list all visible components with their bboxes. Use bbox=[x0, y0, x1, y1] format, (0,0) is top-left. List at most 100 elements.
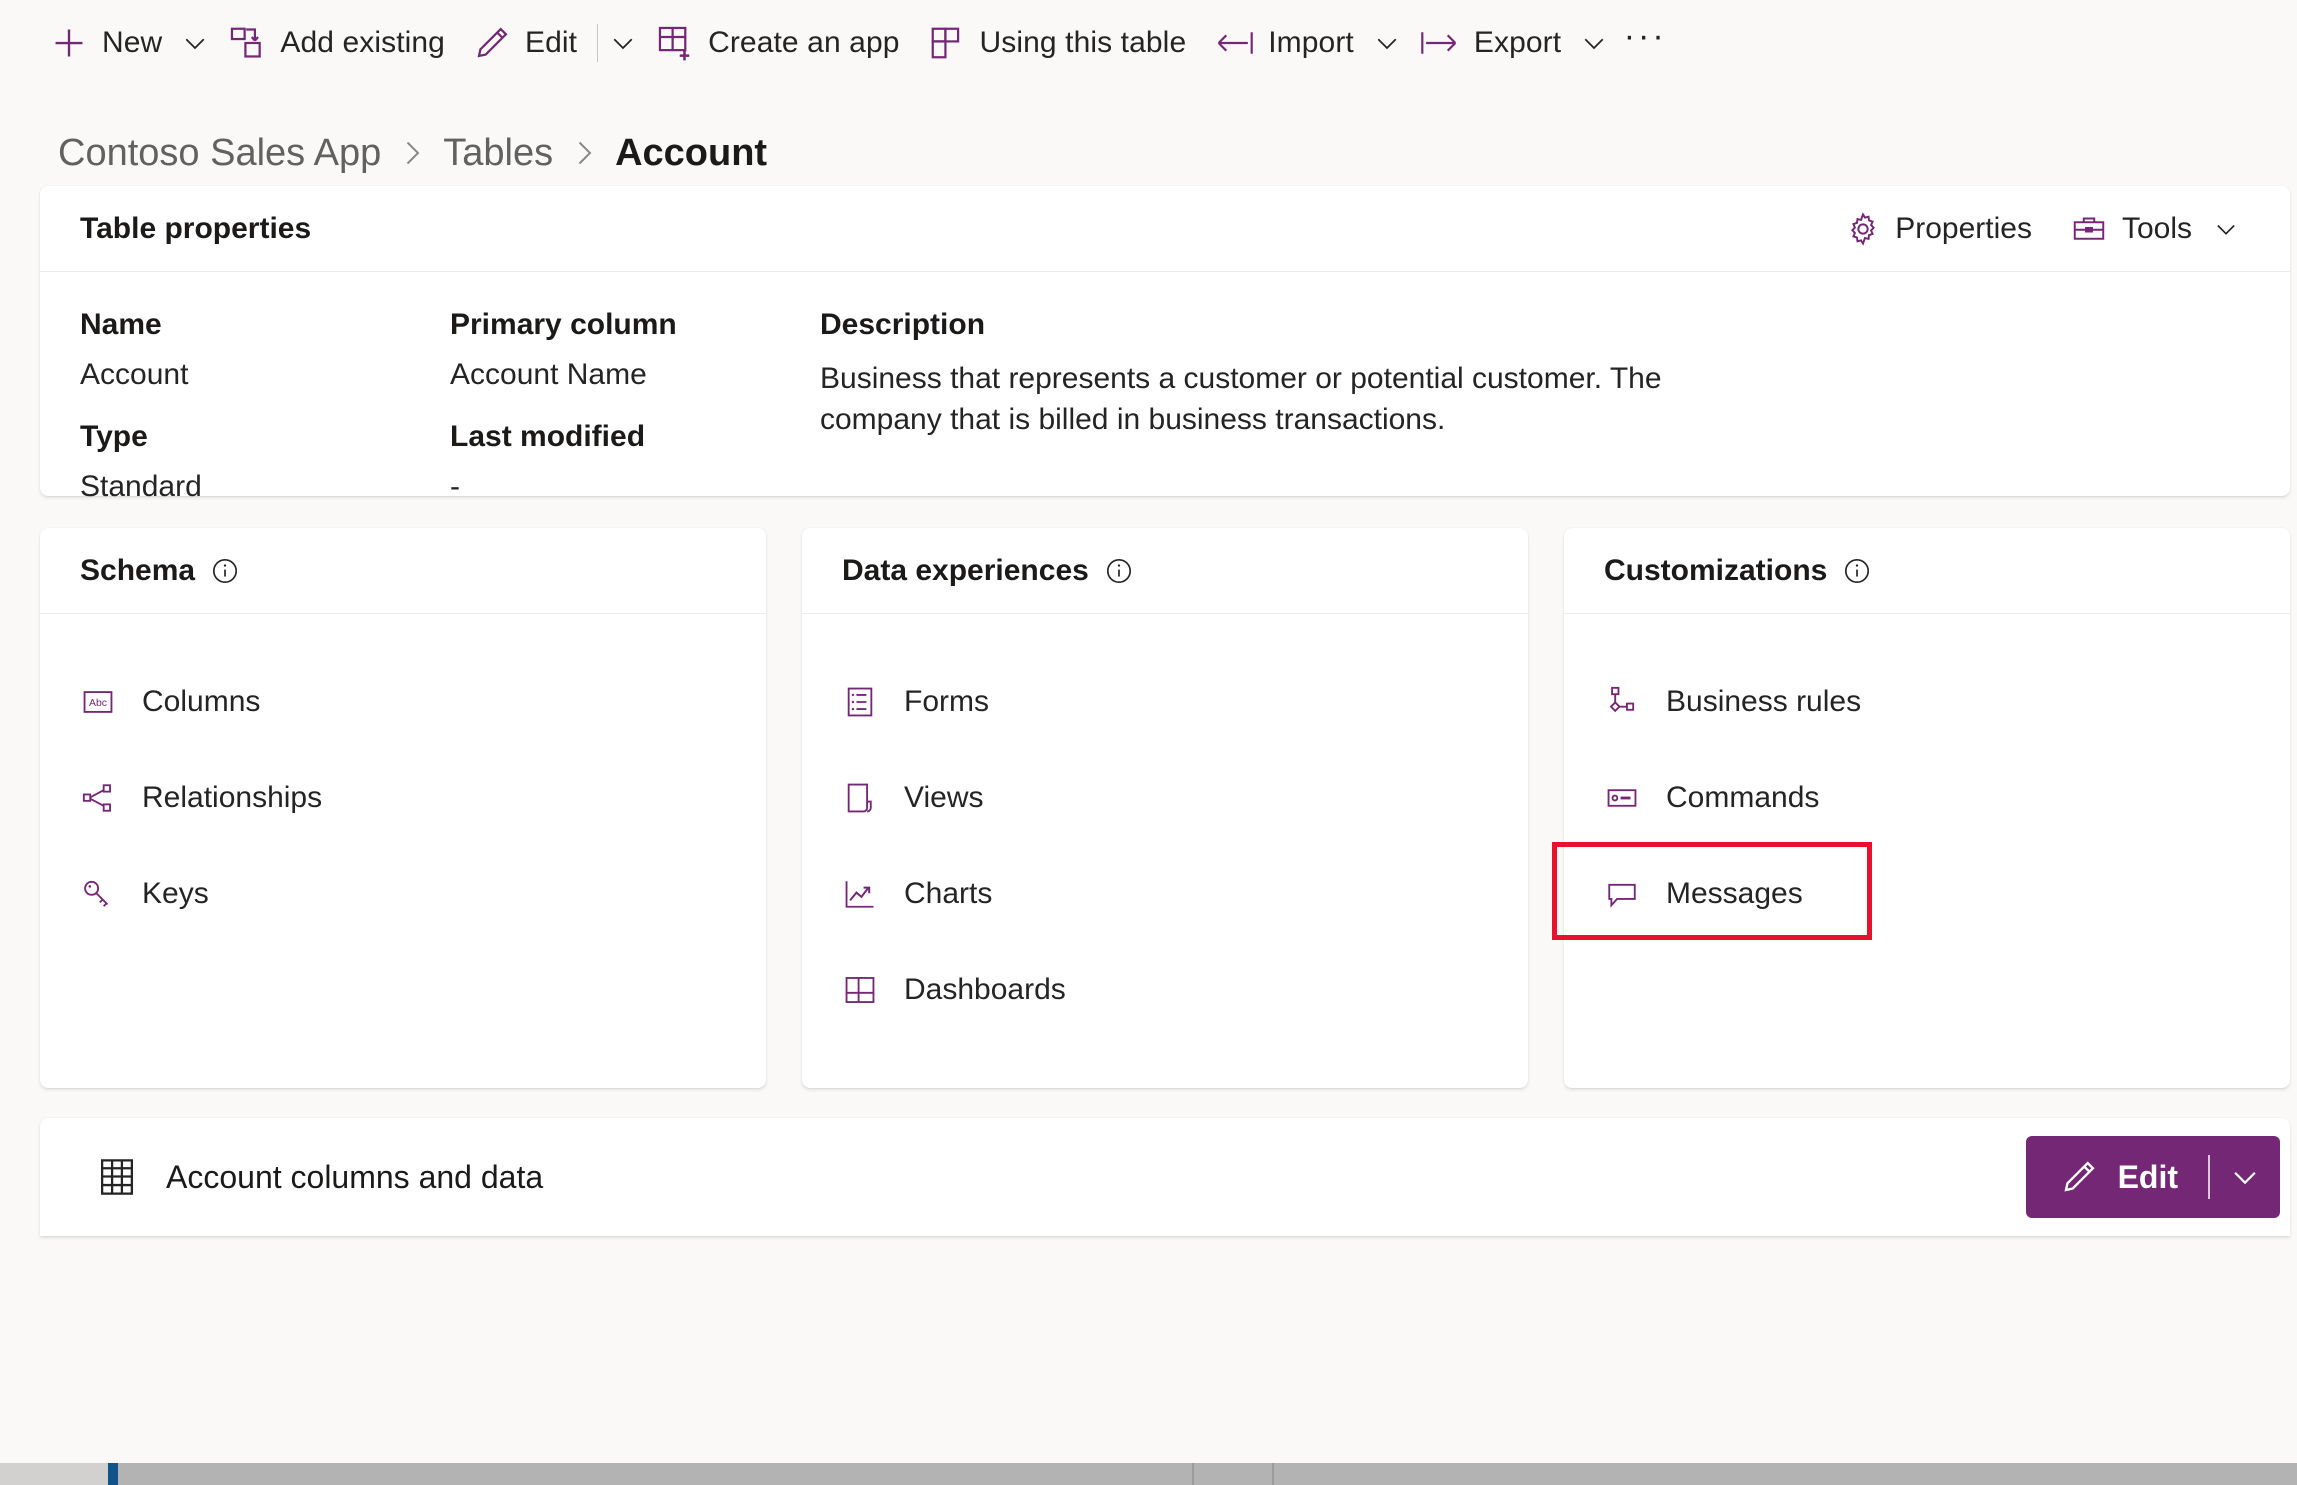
data-grid-header-strip[interactable] bbox=[0, 1463, 2297, 1485]
breadcrumb: Contoso Sales App Tables Account bbox=[0, 86, 2297, 186]
toolbox-icon bbox=[2070, 211, 2108, 247]
customizations-card-body: Business rules Commands Messages bbox=[1564, 614, 2290, 942]
line-chart-icon bbox=[842, 877, 878, 911]
overflow-menu-button[interactable]: ··· bbox=[1613, 12, 1677, 74]
grid-column-separator bbox=[1272, 1463, 1274, 1485]
breadcrumb-item-tables[interactable]: Tables bbox=[443, 132, 553, 175]
schema-item-label: Keys bbox=[142, 877, 209, 910]
edit-data-button-main[interactable]: Edit bbox=[2026, 1158, 2208, 1196]
description-label: Description bbox=[820, 308, 986, 341]
grid-column-separator bbox=[1192, 1463, 1194, 1485]
pencil-icon bbox=[473, 24, 511, 62]
import-label: Import bbox=[1268, 26, 1354, 59]
customizations-card: Customizations Business rules Commands M… bbox=[1552, 528, 2290, 1088]
info-icon[interactable] bbox=[211, 557, 239, 585]
new-button[interactable]: New bbox=[36, 12, 176, 74]
edit-data-button-label: Edit bbox=[2117, 1158, 2178, 1195]
customizations-item-label: Messages bbox=[1666, 877, 1803, 910]
customizations-item-messages[interactable]: Messages bbox=[1564, 846, 2290, 942]
import-arrow-icon bbox=[1214, 24, 1254, 62]
export-arrow-icon bbox=[1420, 24, 1460, 62]
table-properties-title: Table properties bbox=[80, 211, 312, 245]
table-properties-header: Table properties Properties Tools bbox=[40, 186, 2290, 272]
view-page-icon bbox=[842, 781, 878, 815]
type-value: Standard bbox=[80, 470, 202, 503]
dashboard-grid-icon bbox=[842, 973, 878, 1007]
edit-divider bbox=[597, 24, 599, 62]
schema-item-keys[interactable]: Keys bbox=[40, 846, 766, 942]
data-experiences-item-label: Forms bbox=[904, 685, 989, 718]
edit-chevron-down-icon[interactable] bbox=[2210, 1160, 2280, 1194]
create-app-icon bbox=[656, 24, 694, 62]
pencil-icon bbox=[2060, 1158, 2098, 1196]
command-bar-icon bbox=[1604, 781, 1640, 815]
create-an-app-button[interactable]: Create an app bbox=[642, 12, 913, 74]
export-label: Export bbox=[1473, 26, 1562, 59]
table-grid-icon bbox=[96, 1156, 138, 1198]
export-button[interactable]: Export bbox=[1406, 12, 1575, 74]
table-properties-actions: Properties Tools bbox=[1831, 201, 2254, 257]
add-existing-label: Add existing bbox=[280, 26, 445, 59]
business-rules-icon bbox=[1604, 685, 1640, 719]
tools-button[interactable]: Tools bbox=[2056, 201, 2254, 257]
description-value: Business that represents a customer or p… bbox=[820, 362, 1662, 437]
data-experiences-item-forms[interactable]: Forms bbox=[802, 654, 1528, 750]
info-icon[interactable] bbox=[1843, 557, 1871, 585]
data-experiences-item-dashboards[interactable]: Dashboards bbox=[802, 942, 1528, 1038]
edit-data-button[interactable]: Edit bbox=[2025, 1136, 2280, 1218]
import-button[interactable]: Import bbox=[1200, 12, 1368, 74]
properties-button[interactable]: Properties bbox=[1831, 201, 2046, 257]
plus-icon bbox=[50, 24, 88, 62]
customizations-title-group: Customizations bbox=[1604, 554, 1871, 588]
tools-label: Tools bbox=[2121, 211, 2192, 245]
customizations-item-business-rules[interactable]: Business rules bbox=[1564, 654, 2290, 750]
using-table-icon bbox=[928, 24, 966, 62]
customizations-title: Customizations bbox=[1604, 553, 1828, 587]
gear-icon bbox=[1845, 211, 1881, 247]
panels-row: Schema Abc Columns Relationships Keys Da… bbox=[40, 528, 2290, 1088]
command-bar: New Add existing Edit Create an app Usin… bbox=[0, 0, 2297, 86]
breadcrumb-item-app[interactable]: Contoso Sales App bbox=[58, 132, 381, 175]
key-icon bbox=[80, 877, 116, 911]
table-properties-body: Name Account Type Standard Primary colum… bbox=[40, 272, 2290, 532]
customizations-card-header: Customizations bbox=[1564, 528, 2290, 614]
grid-selection-marker bbox=[108, 1463, 118, 1485]
schema-item-relationships[interactable]: Relationships bbox=[40, 750, 766, 846]
schema-item-label: Columns bbox=[142, 685, 261, 718]
properties-label: Properties bbox=[1895, 211, 2032, 245]
customizations-item-label: Commands bbox=[1666, 781, 1820, 814]
data-experiences-item-charts[interactable]: Charts bbox=[802, 846, 1528, 942]
data-experiences-item-label: Views bbox=[904, 781, 984, 814]
new-chevron-down-icon[interactable] bbox=[176, 12, 214, 74]
schema-card: Schema Abc Columns Relationships Keys bbox=[40, 528, 766, 1088]
add-existing-button[interactable]: Add existing bbox=[214, 12, 459, 74]
relationships-icon bbox=[80, 781, 116, 815]
properties-column-3: Description Business that represents a c… bbox=[820, 308, 2250, 532]
data-experiences-title: Data experiences bbox=[842, 553, 1089, 587]
schema-title: Schema bbox=[80, 553, 196, 587]
edit-button[interactable]: Edit bbox=[459, 12, 591, 74]
data-experiences-item-label: Dashboards bbox=[904, 973, 1066, 1006]
tools-chevron-down-icon[interactable] bbox=[2212, 215, 2240, 243]
using-this-table-button[interactable]: Using this table bbox=[914, 12, 1201, 74]
account-columns-and-data-card: Account columns and data Edit bbox=[40, 1118, 2290, 1236]
data-experiences-item-views[interactable]: Views bbox=[802, 750, 1528, 846]
customizations-item-commands[interactable]: Commands bbox=[1564, 750, 2290, 846]
info-icon[interactable] bbox=[1105, 557, 1133, 585]
account-columns-and-data-heading: Account columns and data bbox=[96, 1156, 543, 1198]
properties-column-2: Primary column Account Name Last modifie… bbox=[450, 308, 820, 532]
export-chevron-down-icon[interactable] bbox=[1575, 12, 1613, 74]
data-experiences-item-label: Charts bbox=[904, 877, 993, 910]
edit-label: Edit bbox=[524, 26, 578, 59]
add-existing-icon bbox=[228, 24, 266, 62]
breadcrumb-separator-icon bbox=[399, 138, 425, 168]
data-experiences-card: Data experiences Forms Views Charts Dash… bbox=[802, 528, 1528, 1088]
new-label: New bbox=[102, 26, 163, 59]
edit-chevron-down-icon[interactable] bbox=[604, 12, 642, 74]
create-an-app-label: Create an app bbox=[708, 26, 900, 59]
import-chevron-down-icon[interactable] bbox=[1368, 12, 1406, 74]
table-properties-card: Table properties Properties Tools Name A… bbox=[40, 186, 2290, 503]
abc-box-icon: Abc bbox=[80, 685, 116, 719]
using-this-table-label: Using this table bbox=[979, 26, 1187, 59]
schema-item-columns[interactable]: Abc Columns bbox=[40, 654, 766, 750]
